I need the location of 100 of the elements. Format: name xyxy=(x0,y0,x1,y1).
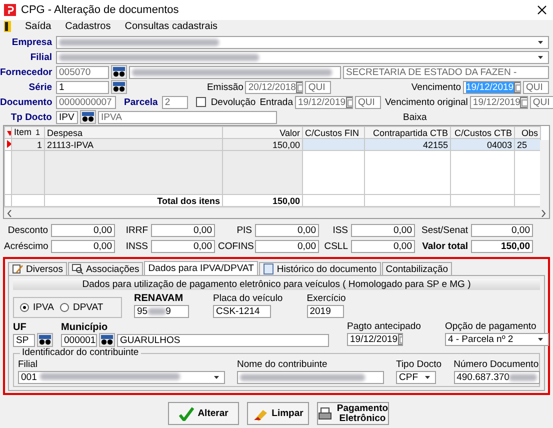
column-header[interactable]: Obs xyxy=(514,126,540,138)
search-button[interactable] xyxy=(111,80,127,94)
date-field[interactable]: 19/12/2019 xyxy=(470,96,528,108)
tab[interactable]: Associações xyxy=(68,262,144,275)
field-label: Opção de pagamento xyxy=(444,321,538,332)
tab[interactable]: Diversos xyxy=(8,262,67,275)
input-field[interactable]: 0,00 xyxy=(351,240,415,253)
column-header[interactable]: Despesa xyxy=(44,126,222,138)
date-field[interactable]: 20/12/2018 xyxy=(245,80,304,94)
dropdown-field[interactable] xyxy=(56,50,549,64)
weekday-field[interactable]: QUI xyxy=(354,96,381,108)
input-field[interactable]: 0,00 xyxy=(471,224,533,237)
column-header[interactable]: Valor xyxy=(222,126,302,138)
menu-item[interactable]: Cadastros xyxy=(65,20,111,32)
input-field[interactable] xyxy=(237,371,384,384)
weekday-field[interactable]: QUI xyxy=(305,80,332,94)
action-button[interactable]: Limpar xyxy=(247,402,309,425)
action-button[interactable]: Alterar xyxy=(168,402,239,425)
input-field[interactable]: 95 9 xyxy=(134,305,189,318)
field-label: Vencimento xyxy=(411,82,461,92)
input-field[interactable]: 0,00 xyxy=(255,224,319,237)
input-field[interactable]: SECRETARIA DE ESTADO DA FAZEN - xyxy=(343,66,549,78)
scroll-left-icon[interactable] xyxy=(7,210,12,216)
input-field[interactable]: 0,00 xyxy=(255,240,319,253)
input-field[interactable]: 0000000007 xyxy=(56,96,116,108)
field-label: RENAVAM xyxy=(134,293,184,304)
vertical-scrollbar[interactable] xyxy=(540,140,549,208)
input-field[interactable]: 0,00 xyxy=(351,224,415,237)
field-label: IRRF xyxy=(124,225,148,236)
input-field[interactable]: 150,00 xyxy=(471,240,533,253)
input-field[interactable]: 005070 xyxy=(56,66,109,78)
tab[interactable]: Dados para IPVA/DPVAT xyxy=(144,261,258,275)
checkbox[interactable] xyxy=(196,97,206,107)
dropdown-field[interactable]: CPF xyxy=(396,371,436,384)
column-header[interactable]: Item 1 xyxy=(12,126,44,138)
field-label: Parcela xyxy=(124,96,159,108)
field-label: Valor total xyxy=(421,241,468,252)
field-label: PIS xyxy=(236,225,252,236)
input-field[interactable]: 0,00 xyxy=(151,224,215,237)
field-label: Fornecedor xyxy=(0,66,54,78)
column-header[interactable]: C/Custos FIN xyxy=(302,126,364,138)
field-label: Nome do contribuinte xyxy=(237,359,328,370)
input-field[interactable]: 1 xyxy=(56,80,109,94)
exit-door-icon[interactable] xyxy=(4,21,11,32)
field-label: Exercício xyxy=(306,293,346,304)
input-field[interactable]: GUARULHOS xyxy=(117,334,329,346)
weekday-field[interactable]: QUI xyxy=(530,96,553,108)
binoculars-icon xyxy=(113,82,125,92)
search-button[interactable] xyxy=(99,333,115,347)
input-field[interactable]: 490.687.370 xyxy=(454,371,540,384)
field-label: Emissão xyxy=(206,82,244,92)
input-field[interactable]: 0,00 xyxy=(151,240,215,253)
date-field[interactable]: 19/12/2019 xyxy=(294,96,353,108)
field-label: Empresa xyxy=(10,36,54,48)
section-title: Dados para utilização de pagamento eletrônico para veículos ( Homologado para SP e MG ) xyxy=(13,279,540,290)
dropdown-field[interactable]: 4 - Parcela nº 2 xyxy=(444,333,549,346)
input-field[interactable]: 0,00 xyxy=(51,224,115,237)
input-field[interactable]: 000001 xyxy=(61,334,97,346)
date-field[interactable]: 19/12/2019 xyxy=(347,333,403,346)
search-button[interactable] xyxy=(80,110,96,124)
input-field[interactable]: CSK-1214 xyxy=(213,305,271,318)
input-field[interactable]: IPVA xyxy=(98,110,277,124)
menu-item[interactable]: Consultas cadastrais xyxy=(124,20,218,32)
input-field[interactable]: IPV xyxy=(56,110,78,124)
weekday-field[interactable]: QUI xyxy=(523,80,549,94)
input-field[interactable]: 2019 xyxy=(306,305,344,318)
search-button[interactable] xyxy=(37,333,53,347)
table-cell: 150,00 xyxy=(222,138,302,150)
field-label: Número Documento xyxy=(454,359,540,370)
field-label: Placa do veículo xyxy=(213,293,283,304)
binoculars-icon xyxy=(39,335,51,345)
search-button[interactable] xyxy=(111,65,127,79)
column-header[interactable]: Contrapartida CTB xyxy=(364,126,450,138)
input-field[interactable]: SP xyxy=(13,334,35,346)
action-button[interactable]: Pagamento Eletrônico xyxy=(317,402,389,425)
radio-button[interactable] xyxy=(60,303,69,312)
dropdown-field[interactable] xyxy=(56,36,549,48)
input-field[interactable]: 2 xyxy=(162,96,188,108)
dropdown-field[interactable]: 001 xyxy=(18,371,225,384)
pencil-icon xyxy=(12,263,24,275)
radio-button[interactable] xyxy=(20,303,29,312)
blurred-text xyxy=(509,374,537,381)
blurred-text xyxy=(148,308,166,315)
binoculars-icon xyxy=(113,67,125,77)
group-title: Identificador do contribuinte xyxy=(20,348,141,358)
scroll-right-icon[interactable] xyxy=(541,210,546,216)
close-icon[interactable] xyxy=(537,5,547,15)
field-label: Filial xyxy=(29,52,53,62)
table-cell: 42155 xyxy=(364,138,450,150)
field-label: UF xyxy=(13,322,28,333)
binoculars-icon xyxy=(101,335,113,345)
input-field[interactable]: 0,00 xyxy=(51,240,115,253)
field-label: Vencimento original xyxy=(384,96,468,108)
checkmark-icon xyxy=(178,406,194,420)
column-header[interactable]: C/Custos CTB xyxy=(450,126,514,138)
tab[interactable]: Histórico do documento xyxy=(258,262,381,275)
field-label: Tp Docto xyxy=(10,112,53,122)
field-label: Desconto xyxy=(6,225,48,236)
tab[interactable]: Contabilização xyxy=(382,262,452,275)
menu-item[interactable]: Saída xyxy=(25,20,52,32)
